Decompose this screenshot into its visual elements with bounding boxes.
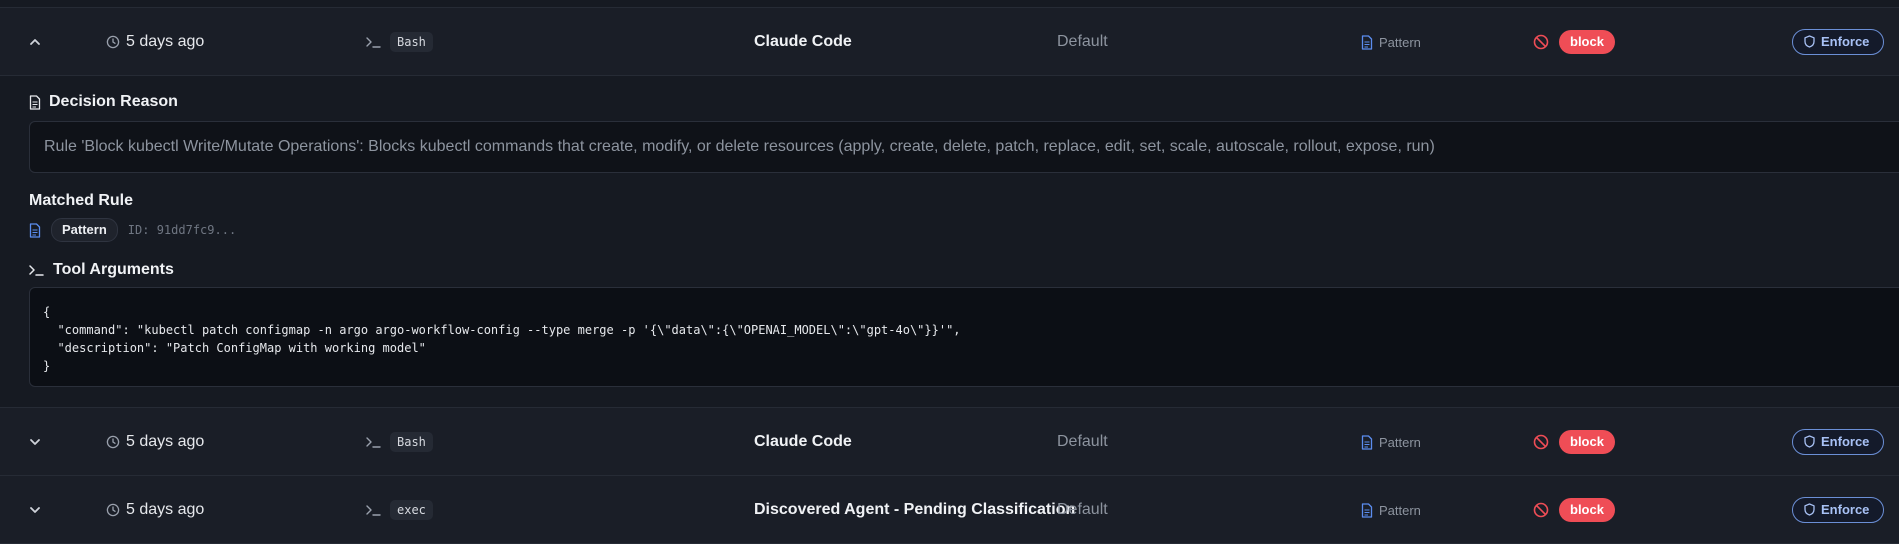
row-detail-panel: Decision Reason Rule 'Block kubectl Writ… <box>0 76 1899 408</box>
rule-type-label: Pattern <box>1379 34 1421 50</box>
verdict-cell: block <box>1533 476 1615 544</box>
chevron-up-icon <box>30 39 40 45</box>
rule-type: Pattern <box>1361 476 1421 544</box>
ban-icon <box>1533 502 1549 518</box>
timestamp: 5 days ago <box>106 8 204 76</box>
ban-icon <box>1533 34 1549 50</box>
document-icon <box>1361 34 1373 50</box>
enforce-label: Enforce <box>1821 34 1870 49</box>
verdict-badge: block <box>1559 498 1615 522</box>
tool-tag: Bash <box>390 432 433 452</box>
shield-icon <box>1804 503 1815 516</box>
ban-icon <box>1533 434 1549 450</box>
table-row[interactable]: 5 days ago exec Discovered Agent - Pendi… <box>0 476 1899 544</box>
chevron-down-icon <box>30 507 40 513</box>
agent-name: Discovered Agent - Pending Classificatio… <box>754 501 1076 518</box>
expand-button[interactable] <box>24 476 46 544</box>
document-icon <box>29 222 41 238</box>
tool-tag: exec <box>390 500 433 520</box>
enforce-button[interactable]: Enforce <box>1792 29 1885 55</box>
verdict-badge: block <box>1559 30 1615 54</box>
matched-rule-title: Matched Rule <box>29 192 134 209</box>
tool-arguments-code-box: { "command": "kubectl patch configmap -n… <box>29 287 1899 387</box>
policy-name: Default <box>1057 433 1108 450</box>
matched-rule-type-badge: Pattern <box>51 218 118 242</box>
matched-rule-id: ID: 91dd7fc9... <box>127 223 237 237</box>
shield-icon <box>1804 435 1815 448</box>
table-row[interactable]: 5 days ago Bash Claude Code Default Patt… <box>0 408 1899 476</box>
tool-cell: exec <box>366 476 433 544</box>
rule-type-label: Pattern <box>1379 502 1421 518</box>
terminal-icon <box>366 437 381 448</box>
enforce-button[interactable]: Enforce <box>1792 497 1885 523</box>
matched-rule-info: Pattern ID: 91dd7fc9... <box>29 218 236 242</box>
timestamp-text: 5 days ago <box>126 501 205 518</box>
policy-name: Default <box>1057 501 1108 518</box>
decision-reason-heading: Decision Reason <box>29 93 178 111</box>
rule-type: Pattern <box>1361 408 1421 476</box>
terminal-icon <box>29 265 44 276</box>
table-row[interactable]: 5 days ago Bash Claude Code Default Patt… <box>0 8 1899 76</box>
tool-arguments-heading: Tool Arguments <box>29 261 174 279</box>
clock-icon <box>106 35 120 49</box>
document-icon <box>1361 434 1373 450</box>
clock-icon <box>106 503 120 517</box>
enforce-label: Enforce <box>1821 434 1870 449</box>
rule-type: Pattern <box>1361 8 1421 76</box>
collapse-button[interactable] <box>24 8 46 76</box>
verdict-cell: block <box>1533 8 1615 76</box>
terminal-icon <box>366 37 381 48</box>
timestamp-text: 5 days ago <box>126 433 205 450</box>
terminal-icon <box>366 505 381 516</box>
enforce-cell: Enforce <box>1792 8 1885 76</box>
timestamp-text: 5 days ago <box>126 33 205 50</box>
enforce-button[interactable]: Enforce <box>1792 429 1885 455</box>
clock-icon <box>106 435 120 449</box>
enforce-cell: Enforce <box>1792 408 1885 476</box>
document-icon <box>29 94 41 110</box>
decision-reason-box: Rule 'Block kubectl Write/Mutate Operati… <box>29 121 1899 173</box>
timestamp: 5 days ago <box>106 476 204 544</box>
agent-name: Claude Code <box>754 433 852 450</box>
shield-icon <box>1804 35 1815 48</box>
expand-button[interactable] <box>24 408 46 476</box>
rule-type-label: Pattern <box>1379 434 1421 450</box>
chevron-down-icon <box>30 439 40 445</box>
decision-reason-text: Rule 'Block kubectl Write/Mutate Operati… <box>44 138 1435 155</box>
policy-name: Default <box>1057 33 1108 50</box>
tool-arguments-title: Tool Arguments <box>53 261 174 278</box>
verdict-badge: block <box>1559 430 1615 454</box>
table-top-divider <box>0 0 1899 8</box>
matched-rule-heading: Matched Rule <box>29 192 133 210</box>
document-icon <box>1361 502 1373 518</box>
tool-arguments-code: { "command": "kubectl patch configmap -n… <box>43 305 961 373</box>
decision-reason-title: Decision Reason <box>49 93 178 110</box>
tool-cell: Bash <box>366 8 433 76</box>
timestamp: 5 days ago <box>106 408 204 476</box>
agent-name: Claude Code <box>754 33 852 50</box>
verdict-cell: block <box>1533 408 1615 476</box>
tool-tag: Bash <box>390 32 433 52</box>
tool-cell: Bash <box>366 408 433 476</box>
enforce-cell: Enforce <box>1792 476 1885 544</box>
enforce-label: Enforce <box>1821 502 1870 517</box>
